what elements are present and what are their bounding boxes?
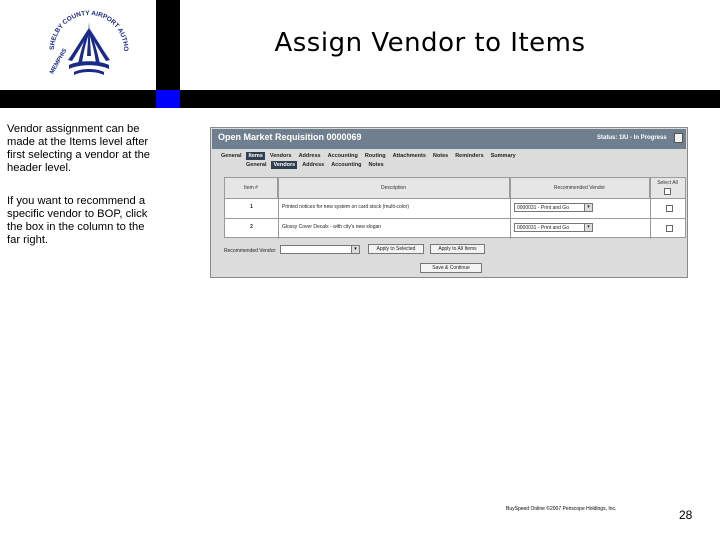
column-header-item: Item # bbox=[225, 178, 278, 198]
row-select-checkbox[interactable] bbox=[666, 225, 673, 232]
vendor-select-value: 0000031 - Print and Go bbox=[517, 205, 569, 211]
tab-vendors[interactable]: Vendors bbox=[268, 152, 294, 160]
subtab-vendors[interactable]: Vendors bbox=[271, 161, 298, 169]
tab-routing[interactable]: Routing bbox=[363, 152, 388, 160]
divider bbox=[278, 178, 279, 239]
instruction-note-vendor-assignment: Vendor assignment can be made at the Ite… bbox=[7, 123, 151, 174]
tab-notes[interactable]: Notes bbox=[431, 152, 450, 160]
divider bbox=[510, 178, 511, 239]
column-header-recommended-vendor: Recommended Vendor bbox=[510, 178, 650, 198]
print-icon[interactable] bbox=[674, 133, 683, 143]
tab-accounting[interactable]: Accounting bbox=[326, 152, 360, 160]
header-horizontal-bar bbox=[0, 90, 720, 108]
subtab-notes[interactable]: Notes bbox=[366, 161, 385, 169]
divider bbox=[225, 198, 685, 199]
instruction-note-recommend-vendor: If you want to recommend a specific vend… bbox=[7, 195, 148, 246]
items-vendor-table: Item # Description Recommended Vendor Se… bbox=[224, 177, 686, 239]
item-subtab-bar: General Vendors Address Accounting Notes bbox=[244, 161, 389, 170]
apply-to-all-items-button[interactable]: Apply to All Items bbox=[430, 244, 485, 254]
page-number: 28 bbox=[679, 508, 693, 522]
recommended-vendor-select[interactable]: ▾ bbox=[280, 245, 360, 254]
row-description: Glossy Cover Decals - with city's new sl… bbox=[282, 224, 382, 230]
requisition-screenshot: Open Market Requisition 0000069 Status: … bbox=[210, 127, 688, 278]
logo-lettering: SHELBY COUNTY AIRPORT AUTHORITY bbox=[42, 3, 129, 51]
chevron-down-icon: ▾ bbox=[584, 224, 592, 231]
save-and-continue-button[interactable]: Save & Continue bbox=[420, 263, 482, 273]
primary-tab-bar: General Items Vendors Address Accounting Rout… bbox=[219, 152, 521, 161]
subtab-general[interactable]: General bbox=[244, 161, 268, 169]
tab-address[interactable]: Address bbox=[297, 152, 323, 160]
tab-attachments[interactable]: Attachments bbox=[391, 152, 428, 160]
requisition-status: Status: 1IU - In Progress bbox=[597, 135, 667, 141]
tab-summary[interactable]: Summary bbox=[489, 152, 518, 160]
airport-authority-logo: SHELBY COUNTY AIRPORT AUTHORITY MEMPHIS bbox=[42, 3, 134, 88]
column-header-select-all: Select All bbox=[650, 178, 685, 198]
row-item-number: 2 bbox=[250, 224, 253, 230]
vendor-select[interactable]: 0000031 - Print and Go ▾ bbox=[514, 223, 593, 232]
row-select-checkbox[interactable] bbox=[666, 205, 673, 212]
select-all-label: Select All bbox=[657, 180, 678, 186]
svg-text:MEMPHIS: MEMPHIS bbox=[49, 48, 68, 75]
requisition-title: Open Market Requisition 0000069 bbox=[218, 132, 362, 142]
vendor-select[interactable]: 0000031 - Print and Go ▾ bbox=[514, 203, 593, 212]
row-description: Printed notices for new system on card s… bbox=[282, 204, 409, 210]
subtab-accounting[interactable]: Accounting bbox=[329, 161, 363, 169]
svg-text:SHELBY COUNTY AIRPORT AUTHORIT: SHELBY COUNTY AIRPORT AUTHORITY bbox=[44, 8, 129, 51]
chevron-down-icon: ▾ bbox=[351, 246, 359, 253]
column-header-description: Description bbox=[278, 178, 510, 198]
header-accent-square bbox=[156, 90, 180, 108]
tab-reminders[interactable]: Reminders bbox=[453, 152, 485, 160]
divider bbox=[650, 178, 651, 239]
slide-title: Assign Vendor to Items bbox=[274, 28, 586, 58]
vendor-select-value: 0000031 - Print and Go bbox=[517, 225, 569, 231]
select-all-checkbox[interactable] bbox=[664, 188, 671, 195]
apply-to-selected-button[interactable]: Apply to Selected bbox=[368, 244, 424, 254]
tab-general[interactable]: General bbox=[219, 152, 243, 160]
recommended-vendor-label: Recommended Vendor: bbox=[224, 248, 277, 254]
footer-credit: BuySpeed Online ©2007 Periscope Holdings… bbox=[506, 506, 617, 512]
chevron-down-icon: ▾ bbox=[584, 204, 592, 211]
row-item-number: 1 bbox=[250, 204, 253, 210]
tab-items[interactable]: Items bbox=[246, 152, 265, 160]
subtab-address[interactable]: Address bbox=[300, 161, 326, 169]
requisition-header-bar: Open Market Requisition 0000069 Status: … bbox=[212, 129, 686, 149]
divider bbox=[225, 218, 685, 219]
